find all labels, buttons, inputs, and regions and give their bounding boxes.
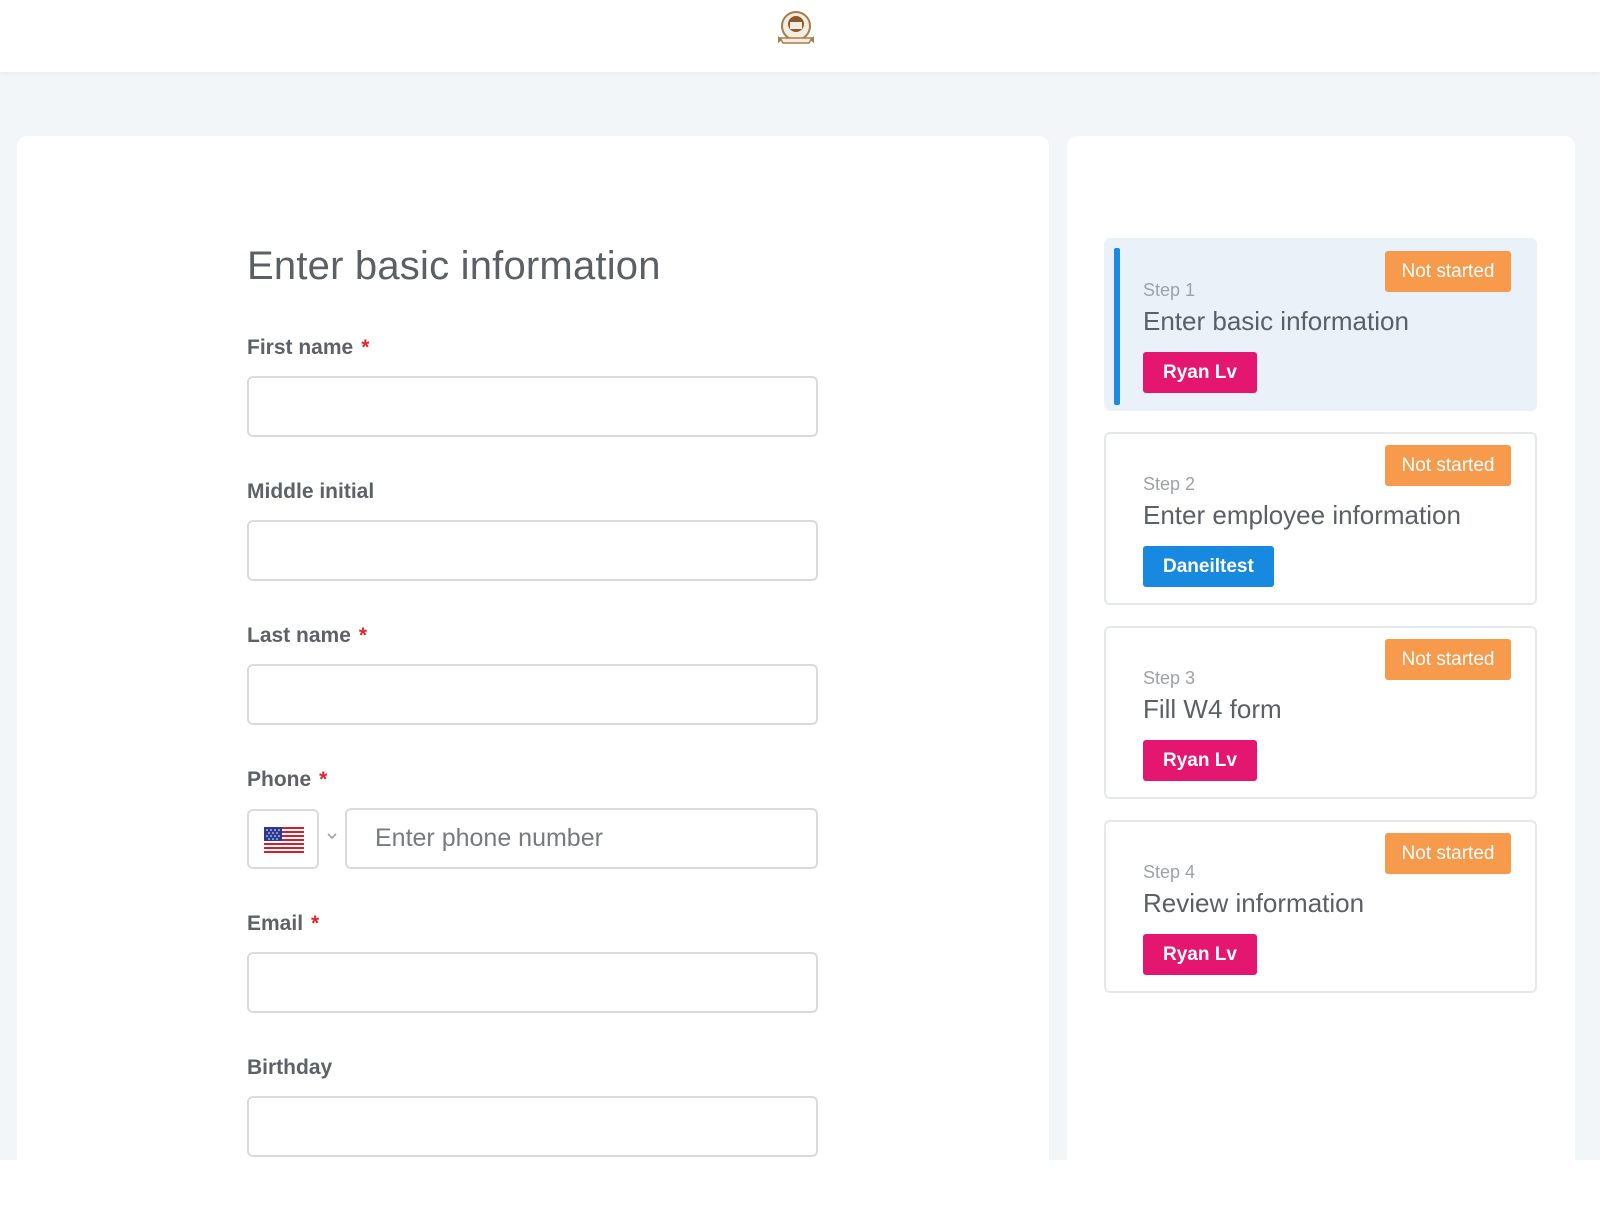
assignee-badge: Ryan Lv (1143, 934, 1257, 975)
step-number: Step 2 (1143, 474, 1196, 494)
step-title: Enter employee information (1143, 500, 1461, 530)
step-card-4[interactable]: Not started Step 4 Review information Ry… (1104, 820, 1537, 993)
last-name-label: Last name * (247, 624, 368, 647)
page-title: Enter basic information (247, 244, 661, 288)
first-name-input[interactable] (247, 376, 818, 437)
phone-label: Phone * (247, 768, 328, 791)
birthday-label: Birthday (247, 1056, 333, 1079)
step-number: Step 3 (1143, 668, 1196, 688)
assignee-badge: Daneiltest (1143, 546, 1274, 587)
middle-initial-input[interactable] (247, 520, 818, 581)
status-badge: Not started (1385, 445, 1511, 486)
step-card-2[interactable]: Not started Step 2 Enter employee inform… (1104, 432, 1537, 605)
last-name-input[interactable] (247, 664, 818, 725)
step-card-1[interactable]: Not started Step 1 Enter basic informati… (1104, 238, 1537, 411)
step-title: Review information (1143, 888, 1365, 918)
required-mark: * (361, 336, 370, 359)
page-footer-area (0, 1160, 1600, 1222)
chevron-down-icon[interactable] (325, 829, 339, 843)
step-title: Enter basic information (1143, 306, 1409, 336)
step-card-3[interactable]: Not started Step 3 Fill W4 form Ryan Lv (1104, 626, 1537, 799)
assignee-badge: Ryan Lv (1143, 352, 1257, 393)
first-name-label: First name * (247, 336, 370, 359)
step-number: Step 4 (1143, 862, 1196, 882)
country-select[interactable] (247, 809, 319, 869)
status-badge: Not started (1385, 833, 1511, 874)
status-badge: Not started (1385, 639, 1511, 680)
step-title: Fill W4 form (1143, 694, 1282, 724)
form-card (17, 136, 1049, 1176)
middle-initial-label: Middle initial (247, 480, 375, 503)
phone-input[interactable] (345, 808, 818, 869)
required-mark: * (358, 624, 368, 647)
step-number: Step 1 (1143, 280, 1196, 300)
email-label: Email * (247, 912, 320, 935)
required-mark: * (319, 768, 328, 791)
required-mark: * (311, 912, 320, 935)
birthday-input[interactable] (247, 1096, 818, 1157)
top-header (0, 0, 1600, 72)
us-flag-icon (264, 827, 304, 853)
company-logo-icon[interactable] (776, 10, 816, 46)
active-step-indicator (1114, 248, 1120, 405)
assignee-badge: Ryan Lv (1143, 740, 1257, 781)
email-input[interactable] (247, 952, 818, 1013)
status-badge: Not started (1385, 251, 1511, 292)
